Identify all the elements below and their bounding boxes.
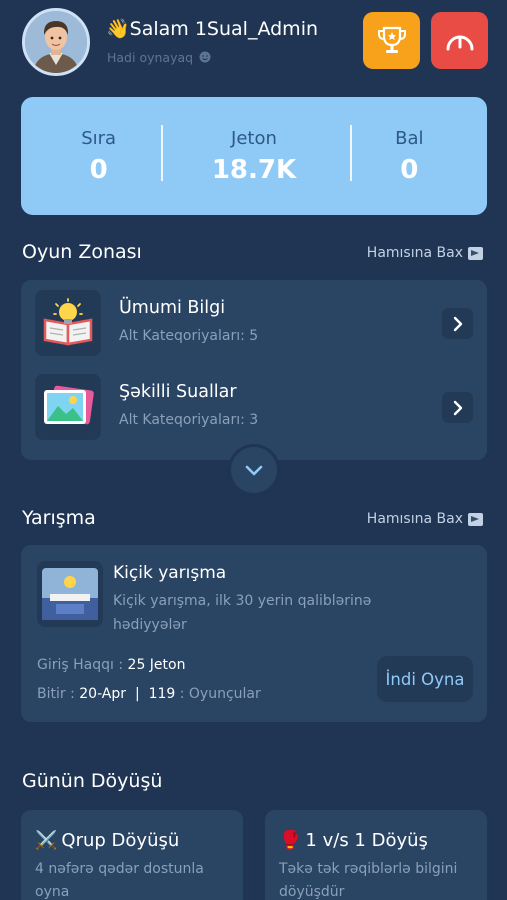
- greeting-subtitle: Hadi oynayaq: [107, 50, 211, 65]
- battle-description: Təkə tək rəqiblərlə bilgini döyüşdür: [279, 861, 458, 900]
- book-bulb-icon: [35, 290, 101, 356]
- stat-value: 18.7K: [211, 154, 297, 185]
- open-general-button[interactable]: [442, 308, 473, 339]
- zone-item-title: Şəkilli Suallar: [119, 382, 237, 402]
- zone-item-pictures[interactable]: Şəkilli Suallar Alt Kateqoriyaları: 3: [21, 372, 487, 442]
- chevron-down-icon: [245, 465, 263, 476]
- greeting-text: Salam 1Sual_Admin: [129, 18, 319, 40]
- boxing-glove-icon: 🥊: [279, 830, 302, 851]
- competition-title: Kiçik yarışma: [113, 563, 227, 583]
- see-all-label: Hamısına Bax: [366, 511, 463, 527]
- gauge-exit-icon: [446, 35, 473, 50]
- stat-value: 0: [400, 154, 419, 185]
- arrow-right-icon: [468, 246, 483, 260]
- stat-label: Bal: [395, 127, 424, 149]
- image-icon: [35, 374, 101, 440]
- competition-card[interactable]: Kiçik yarışma Kiçik yarışma, ilk 30 yeri…: [21, 545, 487, 722]
- divider: [161, 125, 163, 181]
- see-all-label: Hamısına Bax: [366, 245, 463, 261]
- chevron-right-icon: [453, 400, 462, 415]
- zone-card: Ümumi Bilgi Alt Kateqoriyaları: 5 Şəkill…: [21, 280, 487, 460]
- smile-icon: [199, 51, 211, 63]
- zone-item-subtitle: Alt Kateqoriyaları: 5: [119, 328, 259, 344]
- stat-label: Jeton: [231, 127, 277, 149]
- players-count: 119: [148, 686, 176, 702]
- end-date: 20-Apr: [79, 686, 127, 702]
- trophy-button[interactable]: [363, 12, 420, 69]
- subtitle-text: Hadi oynayaq: [107, 50, 194, 65]
- trophy-icon: [377, 26, 406, 53]
- zone-item-general[interactable]: Ümumi Bilgi Alt Kateqoriyaları: 5: [21, 288, 487, 358]
- greeting: 👋Salam 1Sual_Admin: [106, 17, 318, 40]
- duel-battle-card[interactable]: 🥊 1 v/s 1 Döyüş Təkə tək rəqiblərlə bilgi…: [265, 810, 487, 900]
- battle-section-title: Günün Döyüşü: [22, 770, 163, 792]
- stat-tokens: Jeton 18.7K: [176, 97, 331, 215]
- zone-item-subtitle: Alt Kateqoriyaları: 3: [119, 412, 259, 428]
- competition-see-all-link[interactable]: Hamısına Bax: [367, 511, 483, 527]
- zone-item-title: Ümumi Bilgi: [119, 298, 226, 318]
- competition-section-title: Yarışma: [22, 507, 96, 529]
- battle-description: 4 nəfərə qədər dostunla oyna: [35, 861, 204, 900]
- separator: |: [134, 686, 140, 702]
- stat-value: 0: [89, 154, 108, 185]
- stats-panel: Sıra 0 Jeton 18.7K Bal 0: [21, 97, 487, 215]
- stat-label: Sıra: [81, 127, 117, 149]
- stat-rank: Sıra 0: [21, 97, 176, 215]
- expand-zone-button[interactable]: [228, 444, 280, 496]
- competition-thumbnail: [37, 561, 103, 627]
- entry-fee-value: 25 Jeton: [127, 657, 186, 673]
- divider: [350, 125, 352, 181]
- entry-fee: Giriş Haqqı : 25 Jeton: [37, 657, 185, 673]
- battle-title-text: Qrup Döyüşü: [61, 830, 180, 851]
- zone-section-title: Oyun Zonası: [22, 241, 142, 263]
- competition-description: Kiçik yarışma, ilk 30 yerin qaliblərinə …: [113, 593, 372, 633]
- group-battle-card[interactable]: ⚔️ Qrup Döyüşü 4 nəfərə qədər dostunla oy…: [21, 810, 243, 900]
- arrow-right-icon: [468, 512, 483, 526]
- open-pictures-button[interactable]: [442, 392, 473, 423]
- battle-title: ⚔️ Qrup Döyüşü: [35, 830, 179, 851]
- header: 👋Salam 1Sual_Admin Hadi oynayaq: [0, 0, 507, 90]
- battle-title-text: 1 v/s 1 Döyüş: [305, 830, 428, 851]
- players-label: : Oyunçular: [179, 686, 261, 702]
- swords-icon: ⚔️: [35, 830, 58, 851]
- play-now-button[interactable]: İndi Oyna: [377, 656, 473, 702]
- chevron-right-icon: [453, 316, 462, 331]
- end-label: Bitir :: [37, 686, 75, 702]
- exit-button[interactable]: [431, 12, 488, 69]
- entry-fee-label: Giriş Haqqı :: [37, 657, 124, 673]
- stat-points: Bal 0: [332, 97, 487, 215]
- avatar[interactable]: [22, 8, 90, 76]
- battle-title: 🥊 1 v/s 1 Döyüş: [279, 830, 428, 851]
- end-info: Bitir : 20-Apr | 119 : Oyunçular: [37, 686, 261, 702]
- wave-icon: 👋: [106, 18, 130, 40]
- zone-see-all-link[interactable]: Hamısına Bax: [367, 245, 483, 261]
